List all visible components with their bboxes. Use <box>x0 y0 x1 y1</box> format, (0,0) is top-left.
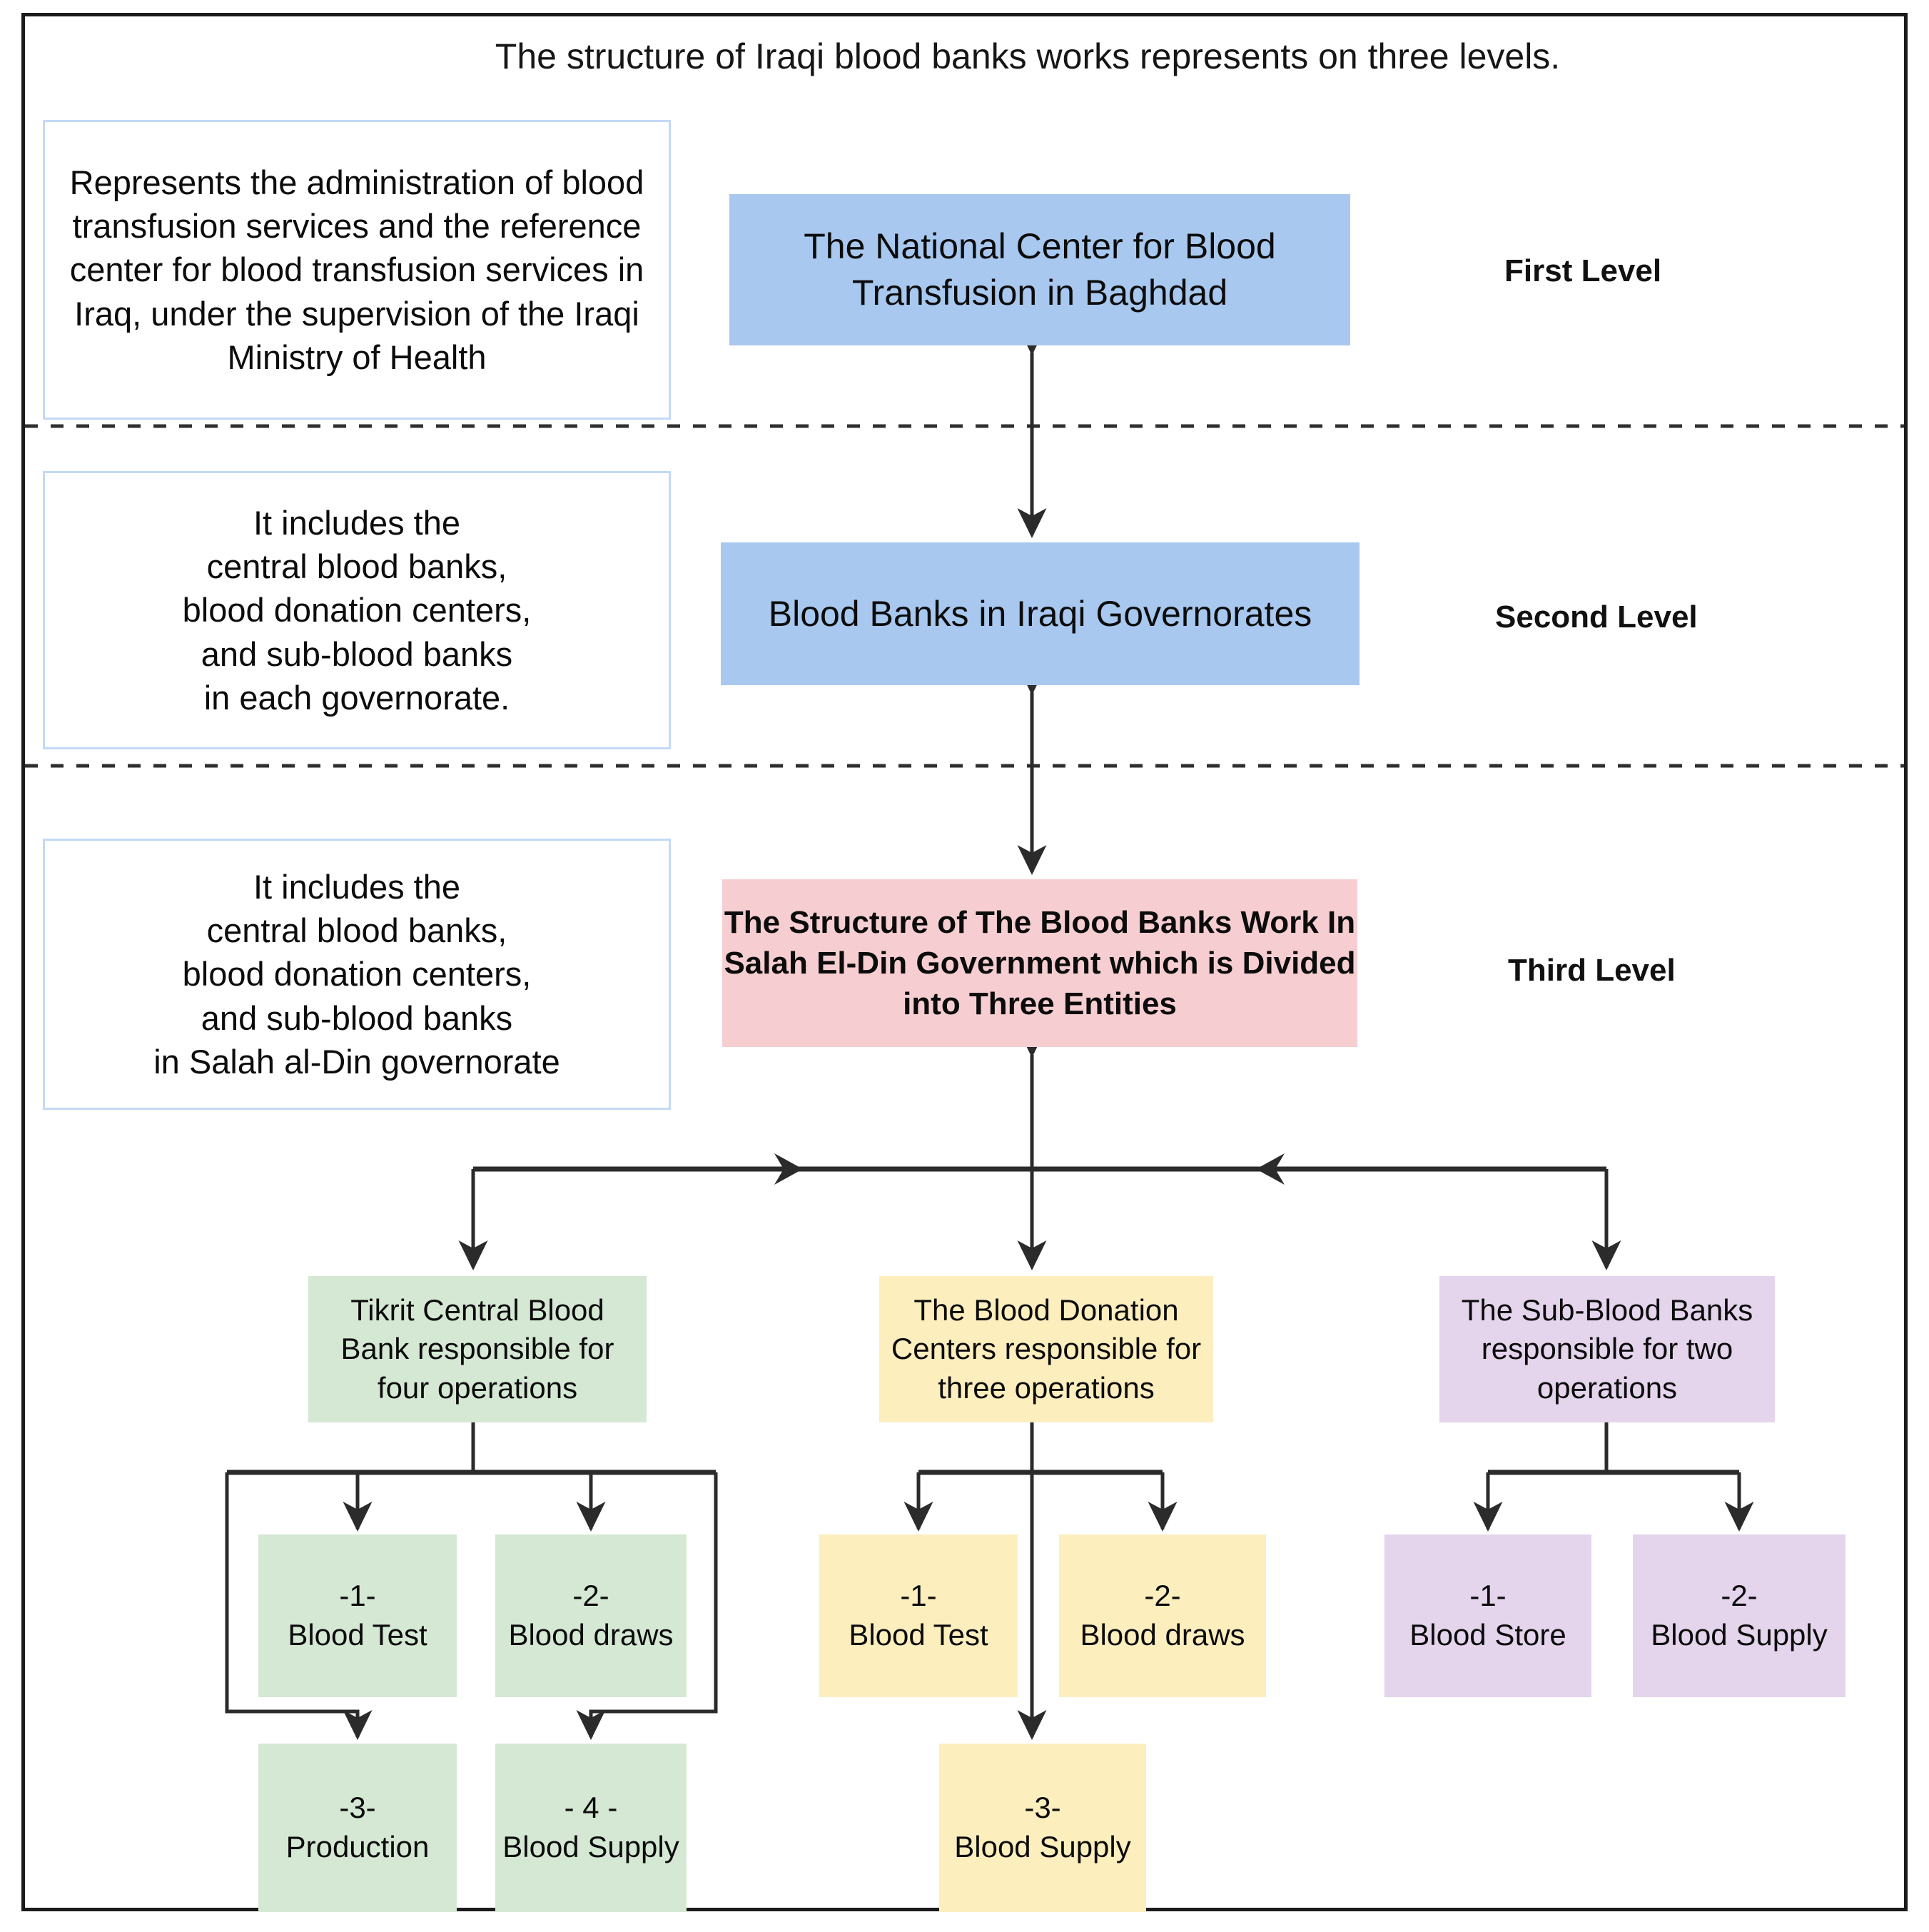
op-tikrit-4[interactable]: - 4 - Blood Supply <box>495 1744 687 1912</box>
op-tikrit-2-text: -2- Blood draws <box>508 1579 674 1652</box>
op-tikrit-2[interactable]: -2- Blood draws <box>495 1534 687 1697</box>
callout-third-level-text: It includes the central blood banks, blood… <box>153 868 560 1081</box>
op-donation-2-text: -2- Blood draws <box>1080 1579 1245 1652</box>
node-sub-blood-banks-label: The Sub-Blood Banks responsible for two … <box>1461 1293 1753 1405</box>
op-subbank-2-text: -2- Blood Supply <box>1651 1579 1828 1652</box>
node-sub-blood-banks[interactable]: The Sub-Blood Banks responsible for two … <box>1439 1276 1775 1422</box>
op-tikrit-1-text: -1- Blood Test <box>288 1579 427 1652</box>
node-tikrit-central-blood-bank[interactable]: Tikrit Central Blood Bank responsible fo… <box>308 1276 647 1422</box>
op-donation-1[interactable]: -1- Blood Test <box>819 1534 1018 1697</box>
op-subbank-1-text: -1- Blood Store <box>1409 1579 1566 1652</box>
op-tikrit-4-text: - 4 - Blood Supply <box>502 1791 679 1863</box>
diagram-title: The structure of Iraqi blood banks works… <box>495 36 1561 76</box>
callout-second-level-text: It includes the central blood banks, blood… <box>182 504 532 717</box>
op-donation-2[interactable]: -2- Blood draws <box>1059 1534 1266 1697</box>
op-subbank-1[interactable]: -1- Blood Store <box>1384 1534 1591 1697</box>
diagram-canvas: governorate banks (double headed) --> sa… <box>0 0 1929 1932</box>
node-governorate-blood-banks-label: Blood Banks in Iraqi Governorates <box>768 593 1312 634</box>
op-tikrit-3[interactable]: -3- Production <box>258 1744 457 1912</box>
node-tikrit-central-blood-bank-label: Tikrit Central Blood Bank responsible fo… <box>340 1293 614 1405</box>
node-governorate-blood-banks[interactable]: Blood Banks in Iraqi Governorates <box>721 542 1360 685</box>
callout-third-level: It includes the central blood banks, blood… <box>43 839 671 1110</box>
op-tikrit-1[interactable]: -1- Blood Test <box>258 1534 457 1697</box>
op-donation-3[interactable]: -3- Blood Supply <box>939 1744 1146 1912</box>
node-blood-donation-centers-label: The Blood Donation Centers responsible f… <box>891 1293 1202 1405</box>
level-label-first: First Level <box>1504 253 1662 288</box>
node-national-center[interactable]: The National Center for Blood Transfusio… <box>729 194 1350 345</box>
level-label-second: Second Level <box>1495 600 1698 634</box>
level-label-third: Third Level <box>1508 953 1676 988</box>
op-donation-3-text: -3- Blood Supply <box>954 1791 1131 1863</box>
callout-second-level: It includes the central blood banks, blood… <box>43 471 671 749</box>
node-salah-el-din-structure[interactable]: The Structure of The Blood Banks Work In… <box>722 879 1357 1047</box>
op-subbank-2[interactable]: -2- Blood Supply <box>1633 1534 1846 1697</box>
callout-first-level: Represents the administration of blood t… <box>43 120 671 420</box>
callout-first-level-text: Represents the administration of blood t… <box>69 163 644 376</box>
node-salah-el-din-structure-label: The Structure of The Blood Banks Work In… <box>724 904 1356 1022</box>
op-donation-1-text: -1- Blood Test <box>849 1579 988 1652</box>
op-tikrit-3-text: -3- Production <box>285 1791 430 1863</box>
node-blood-donation-centers[interactable]: The Blood Donation Centers responsible f… <box>879 1276 1213 1422</box>
node-national-center-label: The National Center for Blood Transfusio… <box>804 226 1276 313</box>
